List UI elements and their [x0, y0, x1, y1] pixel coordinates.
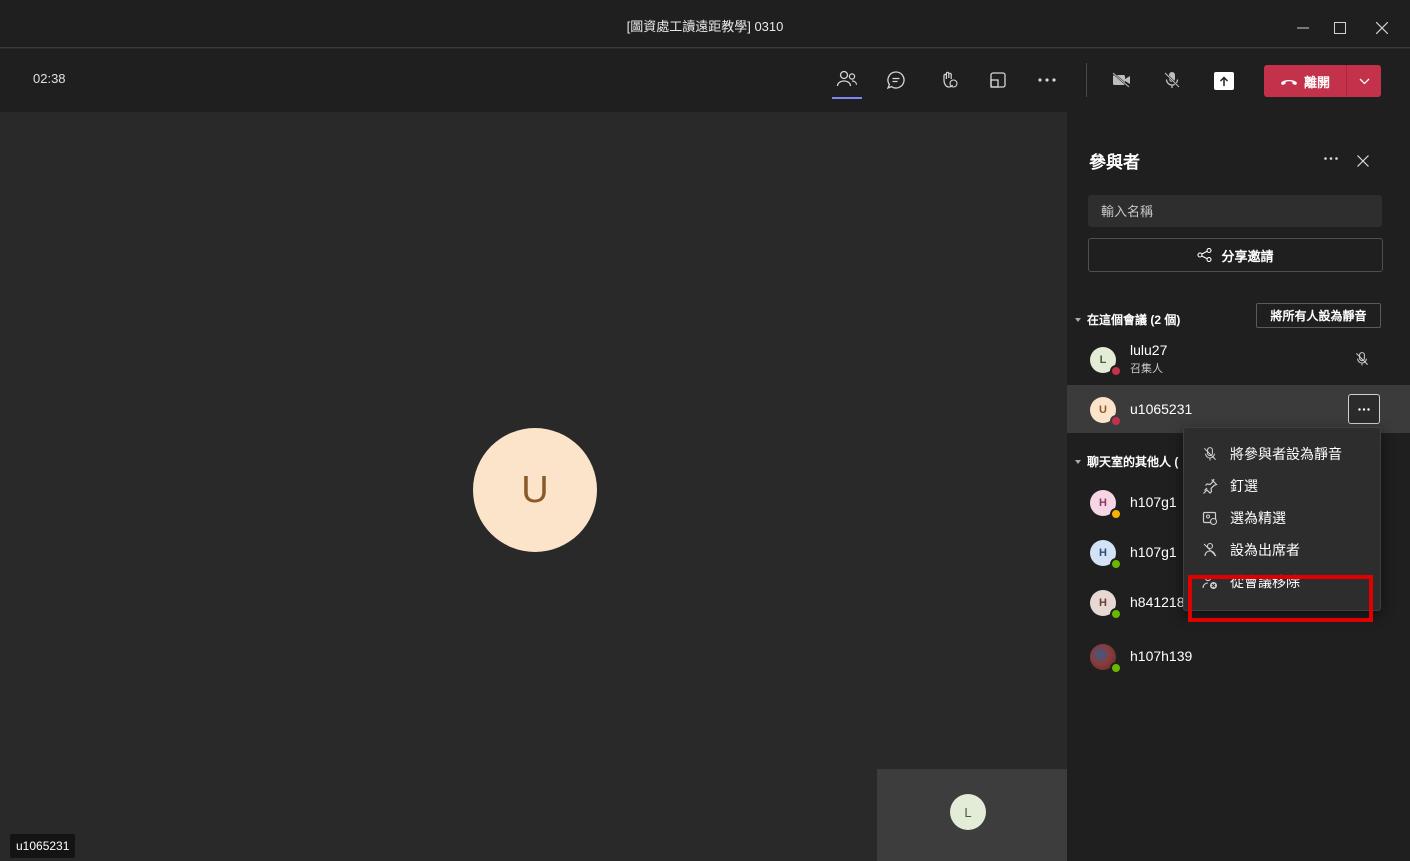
participant-name: lulu27: [1130, 342, 1168, 358]
participant-name: h107g1: [1130, 544, 1177, 560]
close-window-button[interactable]: [1362, 10, 1402, 46]
mic-off-icon: [1356, 352, 1368, 366]
panel-title: 參與者: [1089, 153, 1140, 172]
close-icon: [1357, 155, 1369, 167]
in-meeting-header-label: 在這個會議 (2 個): [1087, 313, 1181, 327]
status-badge: [1110, 608, 1122, 620]
self-avatar: L: [950, 794, 986, 830]
status-badge: [1110, 508, 1122, 520]
participant-name: h107h139: [1130, 648, 1193, 664]
minimize-icon: [1297, 27, 1309, 29]
chat-icon: [886, 71, 905, 90]
panel-close-button[interactable]: [1352, 150, 1374, 172]
breakout-rooms-button[interactable]: [978, 61, 1018, 99]
participant-role: 召集人: [1130, 363, 1163, 375]
maximize-button[interactable]: [1320, 10, 1360, 46]
menu-item-label: 選為精選: [1230, 510, 1286, 526]
participant-name-tag: u1065231: [10, 834, 76, 858]
spotlight-icon: [1200, 508, 1220, 528]
participants-button[interactable]: [827, 61, 867, 99]
leave-options-button[interactable]: [1347, 78, 1381, 85]
status-badge: [1110, 662, 1122, 674]
menu-item-pin[interactable]: 釘選: [1184, 470, 1382, 502]
camera-toggle-button[interactable]: [1102, 61, 1142, 99]
participant-name: u1065231: [1130, 401, 1193, 417]
status-badge: [1110, 558, 1122, 570]
share-icon: [1197, 248, 1213, 262]
leave-label: 離開: [1303, 74, 1330, 90]
people-icon: [836, 70, 858, 87]
share-screen-button[interactable]: [1214, 72, 1234, 90]
menu-item-label: 設為出席者: [1230, 542, 1300, 558]
participant-more-options-button[interactable]: [1348, 394, 1380, 424]
others-header-label: 聊天室的其他人 (: [1087, 455, 1179, 469]
main-participant-avatar: U: [473, 428, 597, 552]
self-video-tile[interactable]: L: [877, 769, 1067, 861]
more-icon: [1358, 407, 1370, 411]
attendee-icon: [1200, 540, 1220, 560]
hang-up-icon: [1280, 79, 1297, 85]
share-invite-label: 分享邀請: [1221, 248, 1274, 264]
minimize-button[interactable]: [1283, 10, 1323, 46]
menu-item-mute-participant[interactable]: 將參與者設為靜音: [1184, 438, 1382, 470]
status-badge: [1110, 365, 1122, 377]
participant-row[interactable]: h107h139: [1067, 632, 1410, 680]
menu-item-spotlight[interactable]: 選為精選: [1184, 502, 1382, 534]
mic-toggle-button[interactable]: [1152, 61, 1192, 99]
menu-item-make-attendee[interactable]: 設為出席者: [1184, 534, 1382, 566]
leave-main[interactable]: 離開: [1264, 72, 1346, 91]
mute-all-button[interactable]: 將所有人設為靜音: [1256, 303, 1381, 328]
more-icon: [1038, 78, 1056, 82]
raise-hand-icon: [943, 71, 958, 88]
more-actions-button[interactable]: [1027, 61, 1067, 99]
mic-off-icon: [1164, 72, 1180, 88]
participant-row[interactable]: U u1065231: [1067, 385, 1410, 433]
status-badge: [1110, 415, 1122, 427]
camera-off-icon: [1112, 72, 1130, 88]
participant-search-input[interactable]: [1088, 195, 1382, 227]
participant-name: h841218: [1130, 594, 1185, 610]
toolbar-divider: [1086, 63, 1087, 97]
chevron-down-icon: [1359, 78, 1369, 84]
participant-name: h107g1: [1130, 494, 1177, 510]
chat-button[interactable]: [876, 61, 916, 99]
meeting-toolbar: 02:38 離開: [0, 49, 1410, 112]
menu-item-label: 將參與者設為靜音: [1230, 446, 1342, 462]
collapse-triangle-icon: [1075, 317, 1081, 322]
pin-icon: [1200, 476, 1220, 496]
participant-mic-status: [1352, 349, 1372, 369]
meeting-timer: 02:38: [33, 71, 66, 86]
menu-item-label: 釘選: [1230, 478, 1258, 494]
mic-off-icon: [1200, 444, 1220, 464]
panel-more-button[interactable]: [1319, 146, 1343, 170]
in-meeting-section-header[interactable]: 在這個會議 (2 個): [1075, 311, 1180, 328]
highlight-annotation-box: [1188, 575, 1373, 622]
window-titlebar: [圖資處工讀遠距教學] 0310: [0, 0, 1410, 48]
others-section-header[interactable]: 聊天室的其他人 (: [1075, 453, 1178, 470]
share-screen-icon: [1219, 75, 1229, 86]
maximize-icon: [1334, 22, 1346, 34]
close-icon: [1376, 22, 1388, 34]
share-invite-button[interactable]: 分享邀請: [1088, 238, 1383, 272]
collapse-triangle-icon: [1075, 459, 1081, 464]
leave-button[interactable]: 離開: [1264, 65, 1381, 97]
raise-hand-button[interactable]: [929, 61, 969, 99]
breakout-rooms-icon: [990, 72, 1006, 88]
participant-row[interactable]: L lulu27 召集人: [1067, 335, 1410, 383]
window-title: [圖資處工讀遠距教學] 0310: [626, 19, 784, 34]
more-icon: [1324, 156, 1338, 160]
video-stage: U u1065231 L: [0, 112, 1067, 861]
